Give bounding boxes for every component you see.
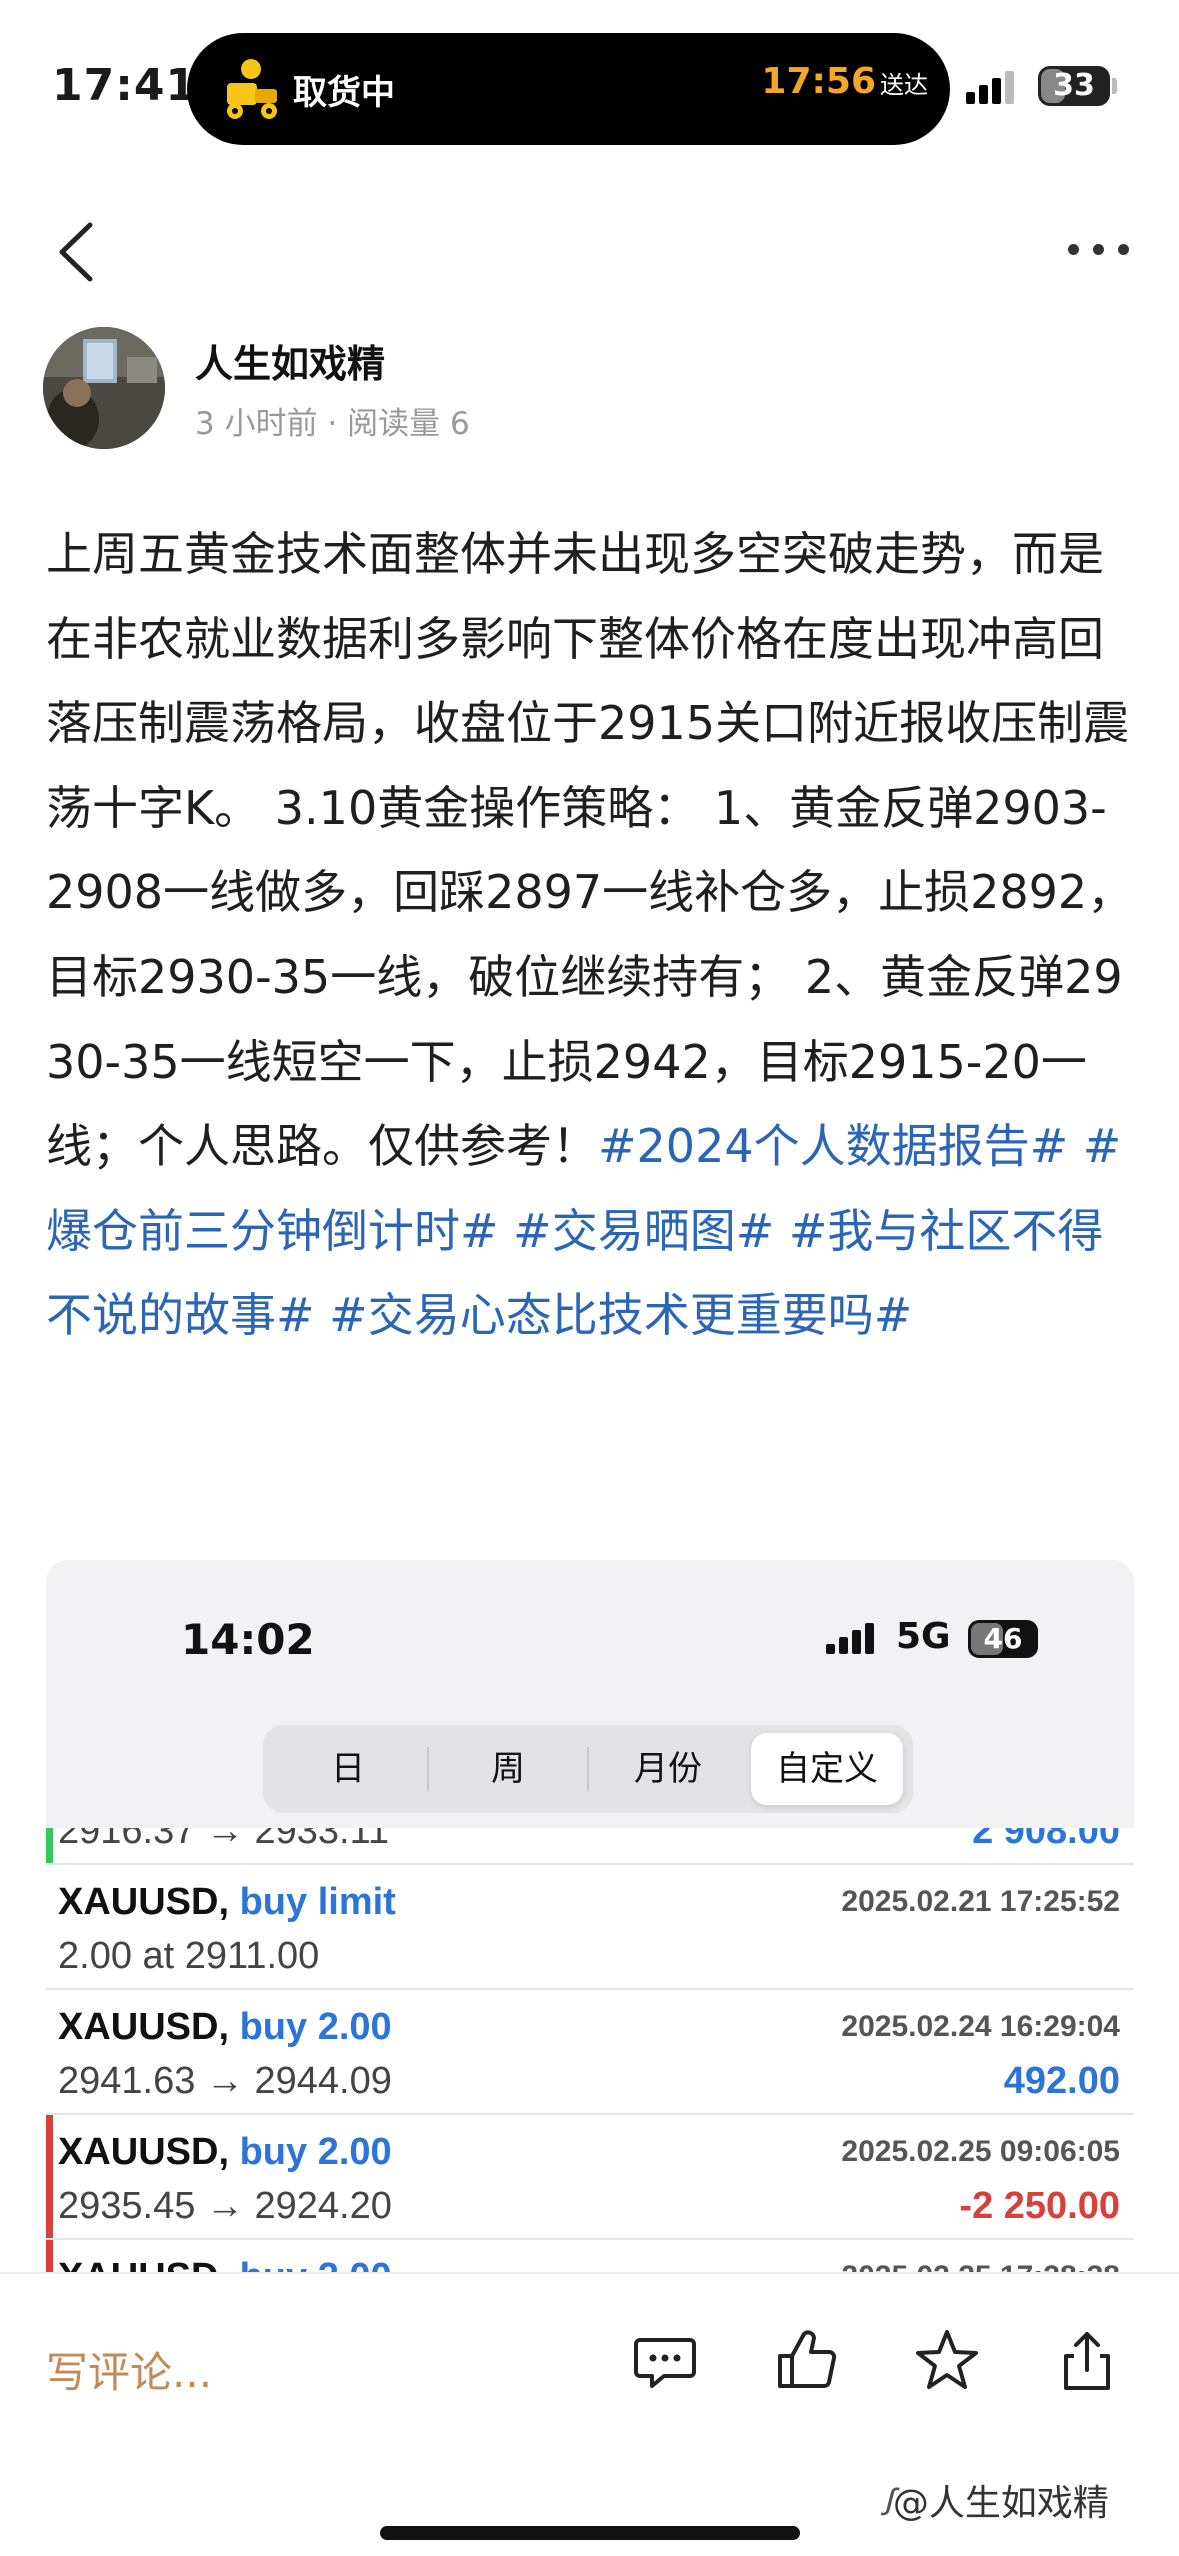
segment-week[interactable]: 周 xyxy=(433,1733,583,1805)
trade-date: 2025.02.24 16:29:04 xyxy=(841,2010,1120,2043)
comment-input[interactable]: 写评论... xyxy=(46,2339,212,2400)
embed-network: 5G xyxy=(896,1616,951,1657)
segment-day[interactable]: 日 xyxy=(273,1733,423,1805)
eta-time: 17:56 xyxy=(761,61,876,102)
post-image[interactable]: 14:02 5G 46 日 周 月份 自定义 2916.37 → 2933.11… xyxy=(46,1560,1134,2272)
embed-battery-level: 46 xyxy=(983,1622,1023,1655)
trade-type: buy 2.00 xyxy=(240,2256,392,2272)
row-indicator xyxy=(46,2115,53,2238)
delivery-status: 取货中 xyxy=(293,73,395,113)
trade-symbol: XAUUSD, buy limit xyxy=(58,1881,396,1924)
author-name[interactable]: 人生如戏精 xyxy=(195,333,385,388)
more-dots-icon[interactable] xyxy=(1064,228,1134,268)
trade-row[interactable]: XAUUSD, buy 2.00 2025.02.25 17:28:38 xyxy=(46,2240,1134,2272)
trade-date: 2025.02.25 17:28:38 xyxy=(841,2260,1120,2272)
watermark-logo: ꭍ xyxy=(880,2483,893,2524)
segment-custom[interactable]: 自定义 xyxy=(751,1733,903,1805)
trade-profit: 492.00 xyxy=(1003,2060,1120,2102)
delivery-rider-icon xyxy=(227,59,277,119)
eta-suffix: 送达 xyxy=(880,71,928,99)
trade-row[interactable]: XAUUSD, buy 2.00 2025.02.24 16:29:04 294… xyxy=(46,1990,1134,2115)
trade-type: buy limit xyxy=(239,1881,396,1923)
symbol-text: XAUUSD, xyxy=(58,1881,230,1923)
trade-detail: 2.00 at 2911.00 xyxy=(58,1935,320,1977)
embed-battery-icon: 46 xyxy=(968,1620,1038,1658)
trade-type: buy 2.00 xyxy=(239,2006,392,2048)
avatar-image xyxy=(43,327,165,449)
delivery-eta: 17:56 送达 xyxy=(761,61,928,102)
status-time: 17:41 xyxy=(52,60,198,111)
chevron-left-icon[interactable] xyxy=(48,215,108,289)
trade-row[interactable]: XAUUSD, buy 2.00 2025.02.25 09:06:05 293… xyxy=(46,2115,1134,2240)
hashtag[interactable]: #2024个人数据报告# xyxy=(598,1119,1068,1173)
trade-profit: 2 908.00 xyxy=(972,1828,1120,1852)
bottom-action-bar: 写评论... ꭍ@人生如戏精 xyxy=(0,2272,1179,2556)
embed-status-time: 14:02 xyxy=(181,1615,315,1664)
trade-detail: 2935.45 → 2924.20 xyxy=(58,2185,392,2227)
post-meta: 3 小时前 · 阅读量 6 xyxy=(195,406,470,442)
trade-symbol: XAUUSD, buy 2.00 xyxy=(58,2131,392,2174)
trade-history-list: 2916.37 → 2933.11 2 908.00 XAUUSD, buy l… xyxy=(46,1828,1134,2272)
symbol-text: XAUUSD, xyxy=(58,2006,230,2048)
battery-tip xyxy=(1112,78,1117,94)
cellular-signal-icon xyxy=(966,70,1016,104)
battery-level: 33 xyxy=(1053,68,1095,103)
embed-signal-icon xyxy=(826,1622,878,1654)
trade-date: 2025.02.21 17:25:52 xyxy=(841,1885,1120,1918)
trade-symbol: XAUUSD, buy 2.00 xyxy=(58,2256,392,2272)
hashtag[interactable]: #交易心态比技术更重要吗# xyxy=(329,1288,912,1342)
trade-detail: 2916.37 → 2933.11 xyxy=(58,1828,390,1852)
comment-icon[interactable] xyxy=(630,2326,700,2396)
trade-symbol: XAUUSD, buy 2.00 xyxy=(58,2006,392,2049)
trade-row[interactable]: 2916.37 → 2933.11 2 908.00 xyxy=(46,1828,1134,1865)
post-content: 上周五黄金技术面整体并未出现多空突破走势，而是在非农就业数据利多影响下整体价格在… xyxy=(46,512,1136,1358)
segment-divider xyxy=(427,1747,429,1791)
post-text: 上周五黄金技术面整体并未出现多空突破走势，而是在非农就业数据利多影响下整体价格在… xyxy=(46,527,1134,1174)
trade-date: 2025.02.25 09:06:05 xyxy=(841,2135,1120,2168)
favorite-star-icon[interactable] xyxy=(912,2326,982,2396)
hashtag[interactable]: #交易晒图# xyxy=(513,1204,774,1258)
dynamic-island[interactable]: 取货中 17:56 送达 xyxy=(187,33,950,145)
battery-icon: 33 xyxy=(1038,66,1110,106)
trade-row[interactable]: XAUUSD, buy limit 2025.02.21 17:25:52 2.… xyxy=(46,1865,1134,1990)
avatar[interactable] xyxy=(43,327,165,449)
share-icon[interactable] xyxy=(1052,2326,1122,2396)
home-indicator[interactable] xyxy=(380,2526,800,2540)
period-segmented-control: 日 周 月份 自定义 xyxy=(263,1725,913,1813)
trade-type: buy 2.00 xyxy=(239,2131,392,2173)
watermark-text: @人生如戏精 xyxy=(892,2483,1109,2524)
symbol-text: XAUUSD, xyxy=(58,2131,230,2173)
trade-detail: 2941.63 → 2944.09 xyxy=(58,2060,392,2102)
segment-month[interactable]: 月份 xyxy=(593,1733,743,1805)
trade-profit: -2 250.00 xyxy=(959,2185,1120,2227)
status-bar: 17:41 取货中 17:56 送达 33 xyxy=(0,0,1179,175)
like-icon[interactable] xyxy=(772,2326,842,2396)
watermark: ꭍ@人生如戏精 xyxy=(880,2474,1109,2526)
row-indicator xyxy=(46,2240,53,2272)
symbol-text: XAUUSD, xyxy=(58,2256,229,2272)
segment-divider xyxy=(587,1747,589,1791)
row-indicator xyxy=(46,1828,53,1863)
